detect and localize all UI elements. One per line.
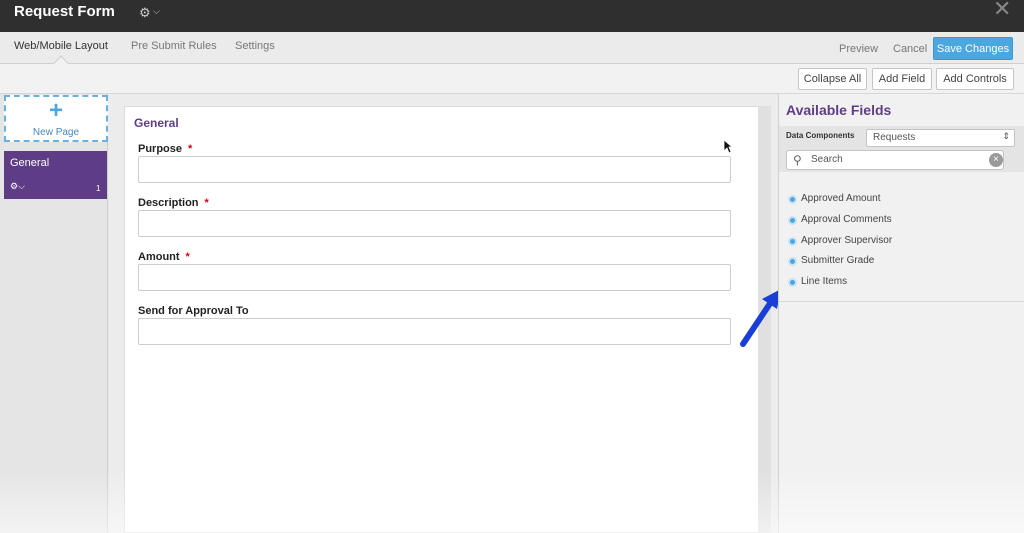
- available-field-label: Submitter Grade: [801, 255, 875, 266]
- gear-icon[interactable]: ⚙: [139, 5, 151, 21]
- page-gear-icon[interactable]: ⚙⌵: [10, 181, 25, 192]
- form-canvas: General Purpose * Description * Amount * Se…: [109, 94, 778, 533]
- required-marker: *: [185, 251, 190, 263]
- plus-icon: +: [49, 97, 64, 124]
- add-field-button[interactable]: Add Field: [872, 68, 932, 90]
- new-page-button[interactable]: + New Page: [4, 95, 108, 142]
- section-title[interactable]: General: [134, 116, 179, 130]
- available-fields-title: Available Fields: [786, 102, 892, 118]
- field-label-description: Description *: [138, 197, 209, 209]
- purpose-field[interactable]: [138, 156, 731, 183]
- send-for-approval-field[interactable]: [138, 318, 731, 345]
- tab-web-mobile-layout[interactable]: Web/Mobile Layout: [14, 40, 108, 52]
- preview-link[interactable]: Preview: [839, 43, 878, 55]
- cancel-link[interactable]: Cancel: [893, 43, 927, 55]
- data-components-select[interactable]: Requests ⇕: [866, 129, 1015, 147]
- divider: [779, 301, 1024, 302]
- required-marker: *: [188, 143, 193, 155]
- field-label-amount: Amount *: [138, 251, 190, 263]
- field-dot-icon: [788, 195, 797, 204]
- form-section-card: General Purpose * Description * Amount * Se…: [124, 106, 759, 533]
- field-dot-icon: [788, 257, 797, 266]
- chevron-down-icon[interactable]: ⌵: [153, 6, 160, 17]
- amount-field[interactable]: [138, 264, 731, 291]
- field-label-send-for-approval: Send for Approval To: [138, 305, 249, 317]
- close-icon[interactable]: ✕: [993, 0, 1011, 22]
- available-field-label: Approver Supervisor: [801, 235, 893, 246]
- field-dot-icon: [788, 237, 797, 246]
- data-components-label: Data Components: [786, 131, 855, 140]
- page-name: General: [10, 157, 50, 169]
- search-icon: ⚲: [793, 153, 802, 167]
- tab-pre-submit-rules[interactable]: Pre Submit Rules: [131, 40, 217, 52]
- pages-panel: + New Page General ⚙⌵ 1: [0, 94, 108, 533]
- mouse-cursor-icon: [723, 139, 733, 154]
- window-title: Request Form: [14, 3, 115, 20]
- available-field-label: Approval Comments: [801, 214, 892, 225]
- tab-bar: Web/Mobile Layout Pre Submit Rules Setti…: [0, 32, 1024, 64]
- page-item-general[interactable]: General ⚙⌵ 1: [4, 151, 107, 199]
- data-components-value: Requests: [873, 132, 916, 143]
- available-field-label: Line Items: [801, 276, 848, 287]
- field-dot-icon: [788, 278, 797, 287]
- search-box[interactable]: ⚲ ×: [786, 150, 1004, 170]
- select-caret-icon: ⇕: [1002, 131, 1010, 141]
- required-marker: *: [204, 197, 209, 209]
- available-field-label: Approved Amount: [801, 193, 881, 204]
- save-changes-button[interactable]: Save Changes: [933, 37, 1013, 60]
- toolbar: Collapse All Add Field Add Controls: [0, 64, 1024, 94]
- description-field[interactable]: [138, 210, 731, 237]
- field-dot-icon: [788, 216, 797, 225]
- new-page-label: New Page: [32, 127, 80, 138]
- available-fields-panel: Available Fields Data Components Request…: [778, 94, 1024, 533]
- title-bar: Request Form ⚙ ⌵ ✕: [0, 0, 1024, 32]
- collapse-all-button[interactable]: Collapse All: [798, 68, 867, 90]
- tab-settings[interactable]: Settings: [235, 40, 275, 52]
- field-label-purpose: Purpose *: [138, 143, 193, 155]
- search-input[interactable]: [811, 154, 971, 165]
- add-controls-button[interactable]: Add Controls: [936, 68, 1014, 90]
- clear-icon[interactable]: ×: [989, 153, 1003, 167]
- page-field-count: 1: [96, 184, 101, 193]
